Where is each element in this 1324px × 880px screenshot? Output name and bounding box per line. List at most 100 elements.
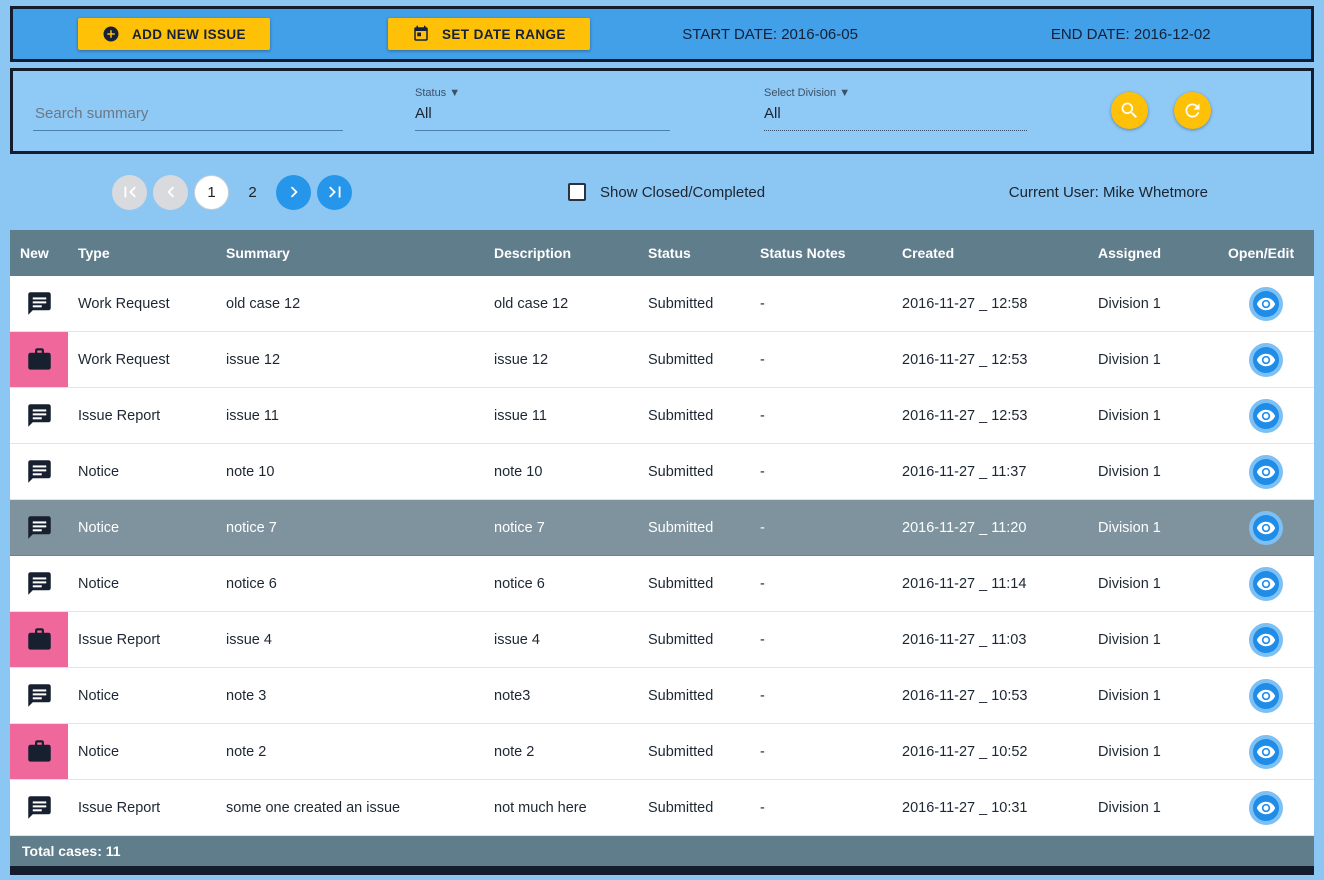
status-filter-value[interactable]: All bbox=[415, 105, 670, 130]
open-edit-cell bbox=[1218, 723, 1314, 780]
first-page-button[interactable] bbox=[112, 174, 147, 210]
status-notes-cell: - bbox=[750, 331, 892, 388]
table-row[interactable]: Notice notice 6 notice 6 Submitted - 201… bbox=[10, 555, 1314, 612]
eye-icon bbox=[1256, 409, 1276, 422]
type-cell: Notice bbox=[68, 723, 216, 780]
status-notes-cell: - bbox=[750, 443, 892, 500]
chat-icon bbox=[10, 388, 68, 443]
status-filter-dropdown[interactable]: Status ▼ All bbox=[415, 87, 670, 131]
show-closed-checkbox[interactable] bbox=[568, 183, 586, 201]
calendar-icon bbox=[414, 25, 428, 41]
chat-icon bbox=[10, 668, 68, 723]
table-row[interactable]: Notice note 2 note 2 Submitted - 2016-11… bbox=[10, 723, 1314, 780]
assigned-cell: Division 1 bbox=[1088, 276, 1218, 332]
assigned-cell: Division 1 bbox=[1088, 499, 1218, 556]
last-page-button[interactable] bbox=[317, 174, 352, 210]
open-edit-button[interactable] bbox=[1249, 454, 1283, 489]
status-cell: Submitted bbox=[638, 555, 750, 612]
briefcase-icon bbox=[10, 332, 68, 387]
assigned-cell: Division 1 bbox=[1088, 723, 1218, 780]
next-page-icon bbox=[290, 186, 298, 198]
new-cell bbox=[10, 387, 68, 444]
briefcase-icon bbox=[10, 612, 68, 667]
total-cases-footer: Total cases: 11 bbox=[10, 836, 1314, 866]
eye-icon bbox=[1256, 801, 1276, 814]
table-row[interactable]: Issue Report issue 4 issue 4 Submitted -… bbox=[10, 611, 1314, 668]
open-edit-button[interactable] bbox=[1249, 678, 1283, 713]
description-cell: not much here bbox=[484, 779, 638, 836]
chat-icon bbox=[10, 276, 68, 331]
table-row[interactable]: Notice note 10 note 10 Submitted - 2016-… bbox=[10, 443, 1314, 500]
page-2-button[interactable]: 2 bbox=[235, 175, 270, 210]
open-edit-button[interactable] bbox=[1249, 790, 1283, 825]
type-cell: Notice bbox=[68, 443, 216, 500]
open-edit-button[interactable] bbox=[1249, 734, 1283, 769]
created-cell: 2016-11-27 _ 11:14 bbox=[892, 555, 1088, 612]
next-page-button[interactable] bbox=[276, 174, 311, 210]
open-edit-cell bbox=[1218, 499, 1314, 556]
pagination: 1 2 bbox=[112, 174, 352, 210]
assigned-cell: Division 1 bbox=[1088, 387, 1218, 444]
search-summary-input[interactable] bbox=[33, 101, 343, 131]
refresh-button[interactable] bbox=[1174, 91, 1211, 129]
summary-cell: note 2 bbox=[216, 723, 484, 780]
new-cell bbox=[10, 276, 68, 332]
search-button[interactable] bbox=[1111, 91, 1148, 129]
description-cell: notice 6 bbox=[484, 555, 638, 612]
show-closed-label[interactable]: Show Closed/Completed bbox=[600, 184, 765, 201]
col-header-assigned: Assigned bbox=[1088, 230, 1218, 276]
status-cell: Submitted bbox=[638, 331, 750, 388]
table-row[interactable]: Issue Report issue 11 issue 11 Submitted… bbox=[10, 387, 1314, 444]
plus-circle-icon bbox=[103, 26, 119, 42]
table-row[interactable]: Notice note 3 note3 Submitted - 2016-11-… bbox=[10, 667, 1314, 724]
open-edit-button[interactable] bbox=[1249, 622, 1283, 657]
created-cell: 2016-11-27 _ 10:53 bbox=[892, 667, 1088, 724]
eye-icon bbox=[1256, 633, 1276, 646]
open-edit-button[interactable] bbox=[1249, 398, 1283, 433]
division-filter-dropdown[interactable]: Select Division ▼ All bbox=[764, 87, 1027, 131]
col-header-type: Type bbox=[68, 230, 216, 276]
description-cell: issue 4 bbox=[484, 611, 638, 668]
open-edit-button[interactable] bbox=[1249, 342, 1283, 377]
open-edit-button[interactable] bbox=[1249, 286, 1283, 321]
refresh-icon bbox=[1185, 103, 1200, 117]
open-edit-button[interactable] bbox=[1249, 566, 1283, 601]
table-row[interactable]: Notice notice 7 notice 7 Submitted - 201… bbox=[10, 499, 1314, 556]
created-cell: 2016-11-27 _ 11:37 bbox=[892, 443, 1088, 500]
col-header-created: Created bbox=[892, 230, 1088, 276]
set-date-range-button[interactable]: SET DATE RANGE bbox=[387, 18, 590, 50]
add-new-issue-button[interactable]: ADD NEW ISSUE bbox=[78, 18, 270, 50]
table-row[interactable]: Work Request old case 12 old case 12 Sub… bbox=[10, 276, 1314, 332]
open-edit-button[interactable] bbox=[1249, 510, 1283, 545]
summary-cell: some one created an issue bbox=[216, 779, 484, 836]
eye-icon bbox=[1256, 465, 1276, 478]
division-filter-value[interactable]: All bbox=[764, 105, 1027, 130]
new-cell bbox=[10, 723, 68, 780]
open-edit-cell bbox=[1218, 779, 1314, 836]
eye-icon bbox=[1256, 689, 1276, 702]
created-cell: 2016-11-27 _ 12:58 bbox=[892, 276, 1088, 332]
open-edit-cell bbox=[1218, 611, 1314, 668]
status-notes-cell: - bbox=[750, 387, 892, 444]
summary-cell: note 3 bbox=[216, 667, 484, 724]
status-notes-cell: - bbox=[750, 611, 892, 668]
assigned-cell: Division 1 bbox=[1088, 667, 1218, 724]
col-header-status-notes: Status Notes bbox=[750, 230, 892, 276]
top-action-bar: ADD NEW ISSUE SET DATE RANGE START DATE:… bbox=[10, 6, 1314, 62]
created-cell: 2016-11-27 _ 11:03 bbox=[892, 611, 1088, 668]
status-cell: Submitted bbox=[638, 667, 750, 724]
summary-cell: issue 12 bbox=[216, 331, 484, 388]
created-cell: 2016-11-27 _ 10:31 bbox=[892, 779, 1088, 836]
eye-icon bbox=[1256, 577, 1276, 590]
search-icon bbox=[1121, 102, 1137, 118]
eye-icon bbox=[1256, 521, 1276, 534]
status-notes-cell: - bbox=[750, 499, 892, 556]
col-header-description: Description bbox=[484, 230, 638, 276]
page-1-button[interactable]: 1 bbox=[194, 174, 229, 210]
start-date-label: START DATE: 2016-06-05 bbox=[682, 25, 858, 43]
prev-page-button[interactable] bbox=[153, 174, 188, 210]
table-row[interactable]: Work Request issue 12 issue 12 Submitted… bbox=[10, 331, 1314, 388]
table-row[interactable]: Issue Report some one created an issue n… bbox=[10, 779, 1314, 836]
description-cell: note 10 bbox=[484, 443, 638, 500]
assigned-cell: Division 1 bbox=[1088, 331, 1218, 388]
